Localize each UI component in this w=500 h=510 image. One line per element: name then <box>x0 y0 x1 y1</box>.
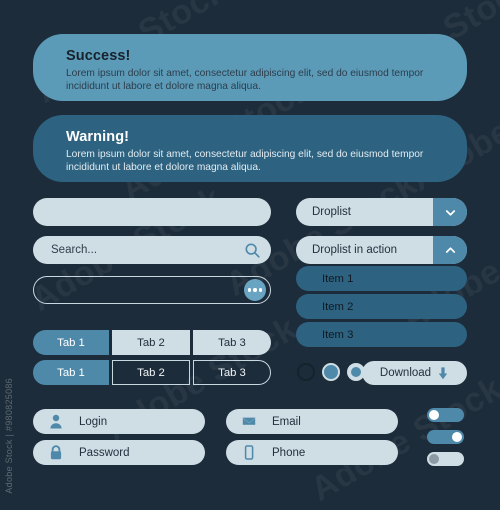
login-field[interactable]: Login <box>33 409 205 434</box>
toggle-switch-disabled[interactable] <box>427 452 464 466</box>
droplist-collapsed-label: Droplist <box>312 206 351 218</box>
envelope-icon <box>242 414 256 429</box>
outlined-input[interactable] <box>33 276 271 304</box>
password-field[interactable]: Password <box>33 440 205 465</box>
search-input-placeholder: Search... <box>51 244 98 256</box>
search-icon[interactable] <box>244 242 261 259</box>
droplist-expanded-label: Droplist in action <box>312 244 398 256</box>
chevron-up-icon[interactable] <box>433 236 467 264</box>
lock-icon <box>49 445 63 460</box>
watermark-credit: Adobe Stock | #980825086 <box>4 378 14 494</box>
alert-success-body: Lorem ipsum dolor sit amet, consectetur … <box>66 68 424 93</box>
user-icon <box>49 414 63 429</box>
ellipsis-icon[interactable] <box>244 279 266 301</box>
email-field[interactable]: Email <box>226 409 398 434</box>
tab-outlined-2[interactable]: Tab 2 <box>112 360 190 385</box>
droplist-item[interactable]: Item 1 <box>296 266 467 291</box>
radio-group <box>297 363 365 381</box>
search-input[interactable]: Search... <box>33 236 271 264</box>
alert-success: Success! Lorem ipsum dolor sit amet, con… <box>33 34 467 101</box>
tab-outlined-1[interactable]: Tab 1 <box>33 360 109 385</box>
password-field-label: Password <box>79 446 130 459</box>
alert-warning: Warning! Lorem ipsum dolor sit amet, con… <box>33 115 467 182</box>
toggle-switch-on-left[interactable] <box>427 408 464 422</box>
phone-icon <box>242 445 256 460</box>
phone-field-label: Phone <box>272 446 306 459</box>
login-field-label: Login <box>79 415 108 428</box>
ui-kit-canvas: Adobe Stock Adobe Stock Adobe Stock Adob… <box>0 0 500 509</box>
email-field-label: Email <box>272 415 301 428</box>
alert-success-title: Success! <box>66 48 131 64</box>
alert-warning-body: Lorem ipsum dolor sit amet, consectetur … <box>66 149 424 174</box>
radio-unselected[interactable] <box>297 363 315 381</box>
tab-outlined-3[interactable]: Tab 3 <box>193 360 271 385</box>
tab-group-outlined: Tab 1 Tab 2 Tab 3 <box>33 360 271 385</box>
chevron-down-icon[interactable] <box>433 198 467 226</box>
download-button-label: Download <box>379 367 432 379</box>
phone-field[interactable]: Phone <box>226 440 398 465</box>
tab-filled-2[interactable]: Tab 2 <box>112 330 190 355</box>
toggle-switch-on-right[interactable] <box>427 430 464 444</box>
droplist-item[interactable]: Item 2 <box>296 294 467 319</box>
tab-filled-3[interactable]: Tab 3 <box>193 330 271 355</box>
droplist-expanded[interactable]: Droplist in action <box>296 236 467 264</box>
blank-input[interactable] <box>33 198 271 226</box>
download-arrow-icon <box>437 366 449 380</box>
alert-warning-title: Warning! <box>66 129 130 145</box>
droplist-collapsed[interactable]: Droplist <box>296 198 467 226</box>
tab-filled-1[interactable]: Tab 1 <box>33 330 109 355</box>
radio-hover[interactable] <box>322 363 340 381</box>
download-button[interactable]: Download <box>362 361 467 385</box>
tab-group-filled: Tab 1 Tab 2 Tab 3 <box>33 330 271 355</box>
droplist-item[interactable]: Item 3 <box>296 322 467 347</box>
